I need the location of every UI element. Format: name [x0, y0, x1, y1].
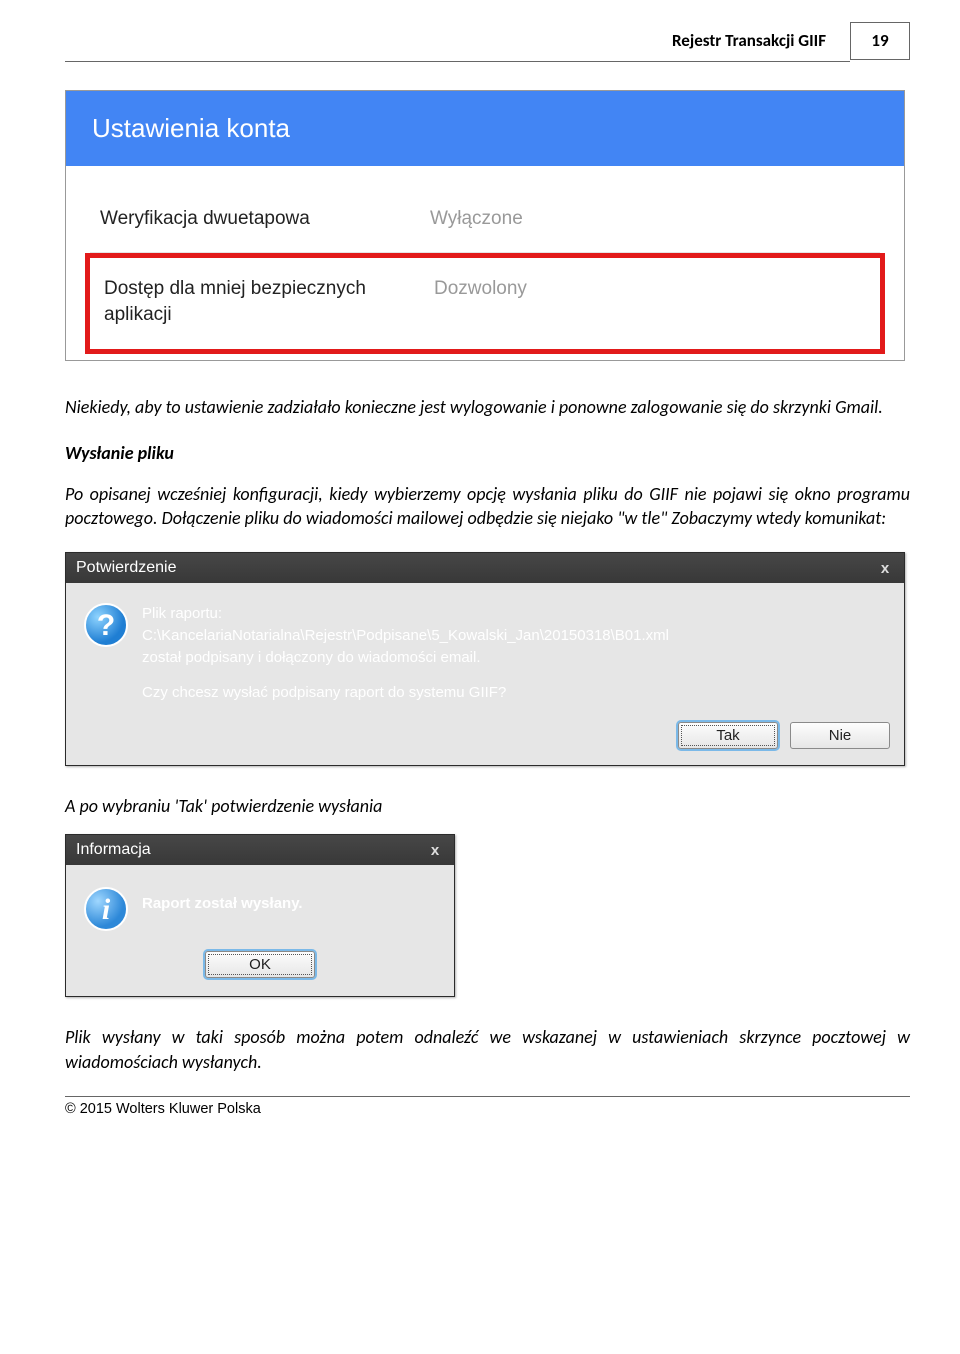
dialog-title: Potwierdzenie [76, 559, 177, 577]
close-icon[interactable]: x [876, 560, 894, 577]
settings-row-two-step: Weryfikacja dwuetapowa Wyłączone [90, 166, 880, 253]
confirmation-dialog: Potwierdzenie x ? Plik raportu: C:\Kance… [65, 552, 905, 766]
dialog-message: Plik raportu: C:\KancelariaNotarialna\Re… [142, 603, 669, 704]
account-settings-banner: Ustawienia konta [66, 91, 904, 166]
page-number: 19 [850, 22, 910, 60]
header-rule [65, 61, 850, 62]
dialog-titlebar: Potwierdzenie x [66, 553, 904, 583]
page-header: Rejestr Transakcji GIIF 19 [65, 22, 910, 60]
paragraph: A po wybraniu 'Tak' potwierdzenie wysłan… [65, 794, 910, 818]
paragraph: Plik wysłany w taki sposób można potem o… [65, 1025, 910, 1074]
settings-value: Wyłączone [430, 208, 523, 230]
yes-button[interactable]: Tak [678, 722, 778, 749]
paragraph: Po opisanej wcześniej konfiguracji, kied… [65, 482, 910, 531]
ok-button[interactable]: OK [205, 951, 315, 978]
dialog-title: Informacja [76, 841, 151, 859]
dialog-message: Raport został wysłany. [142, 887, 303, 915]
information-dialog: Informacja x i Raport został wysłany. OK [65, 834, 455, 997]
msg-line: został podpisany i dołączony do wiadomoś… [142, 647, 669, 669]
header-title: Rejestr Transakcji GIIF [672, 22, 850, 51]
no-button[interactable]: Nie [790, 722, 890, 749]
msg-line: C:\KancelariaNotarialna\Rejestr\Podpisan… [142, 625, 669, 647]
settings-label: Dostęp dla mniej bezpiecznych aplikacji [104, 276, 434, 327]
settings-label: Weryfikacja dwuetapowa [100, 208, 430, 230]
msg-line: Plik raportu: [142, 603, 669, 625]
dialog-titlebar: Informacja x [66, 835, 454, 865]
close-icon[interactable]: x [426, 842, 444, 859]
info-icon: i [84, 887, 128, 931]
footer-copyright: © 2015 Wolters Kluwer Polska [65, 1097, 910, 1117]
account-settings-screenshot: Ustawienia konta Weryfikacja dwuetapowa … [65, 90, 905, 361]
paragraph: Niekiedy, aby to ustawienie zadziałało k… [65, 395, 910, 419]
msg-line: Czy chcesz wysłać podpisany raport do sy… [142, 682, 669, 704]
settings-row-less-secure-highlight: Dostęp dla mniej bezpiecznych aplikacji … [85, 253, 885, 354]
settings-value: Dozwolony [434, 276, 527, 327]
question-icon: ? [84, 603, 128, 647]
section-heading: Wysłanie pliku [65, 442, 910, 464]
